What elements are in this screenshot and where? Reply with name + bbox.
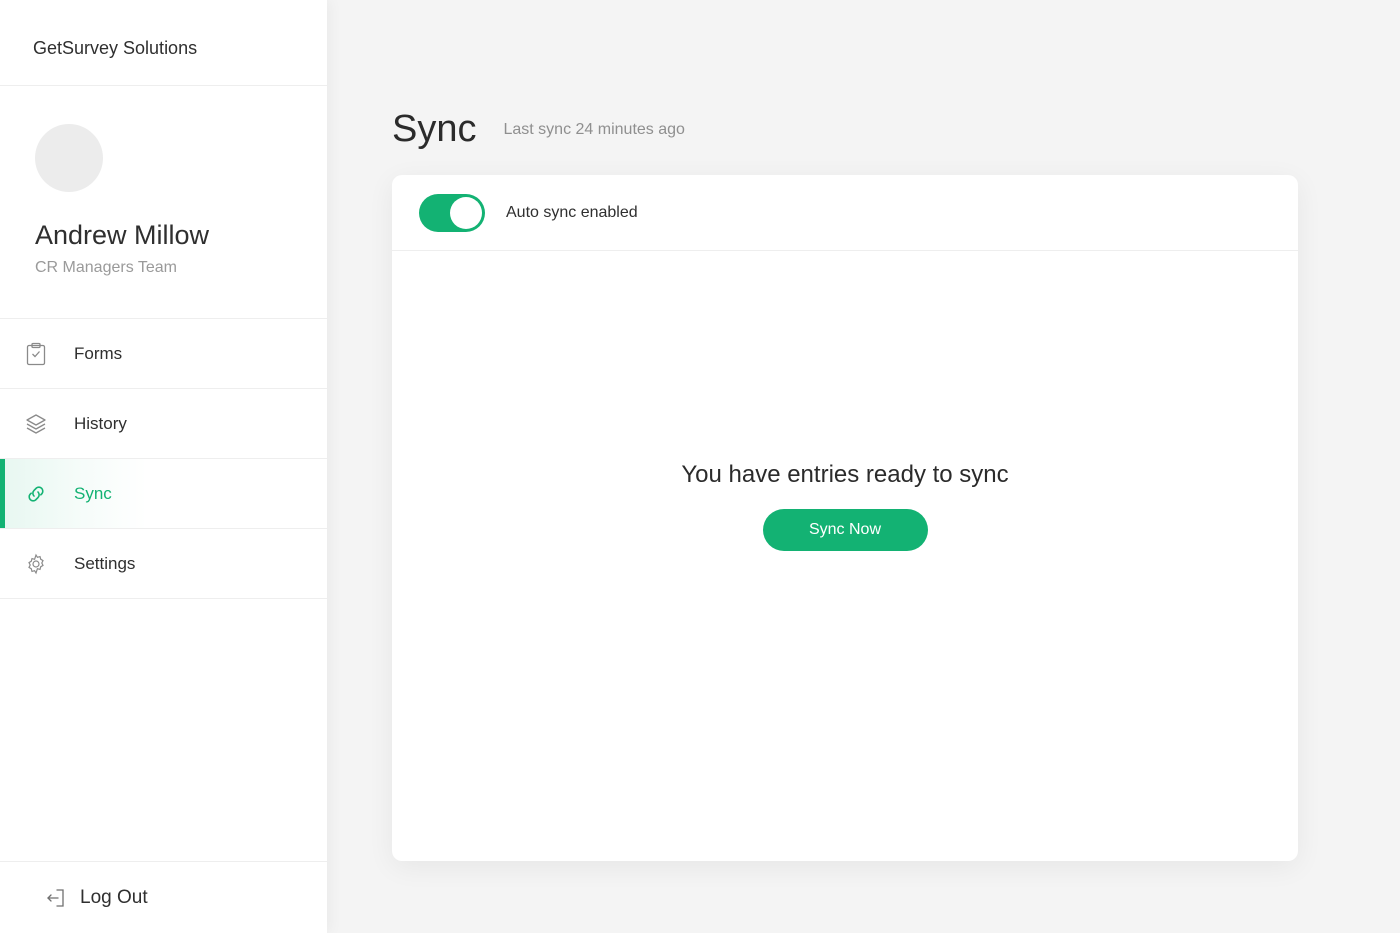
page-header: Sync Last sync 24 minutes ago	[392, 108, 685, 151]
sync-now-button[interactable]: Sync Now	[762, 509, 928, 551]
profile-section: Andrew Millow CR Managers Team	[0, 86, 327, 319]
auto-sync-row: Auto sync enabled	[392, 175, 1298, 251]
app-root: GetSurvey Solutions Andrew Millow CR Man…	[0, 0, 1400, 933]
sync-card: Auto sync enabled You have entries ready…	[392, 175, 1298, 861]
clipboard-check-icon	[24, 342, 48, 366]
sidebar-item-settings[interactable]: Settings	[0, 529, 327, 599]
sidebar-item-label: Settings	[74, 553, 136, 573]
sidebar-item-sync[interactable]: Sync	[0, 459, 327, 529]
logout-label: Log Out	[80, 886, 148, 908]
logout-icon	[46, 887, 68, 909]
user-team: CR Managers Team	[35, 259, 177, 276]
sync-ready-state: You have entries ready to sync Sync Now	[392, 461, 1298, 551]
avatar[interactable]	[35, 124, 103, 192]
last-sync-status: Last sync 24 minutes ago	[503, 121, 685, 138]
sidebar: GetSurvey Solutions Andrew Millow CR Man…	[0, 0, 327, 933]
user-name: Andrew Millow	[35, 220, 210, 250]
sidebar-item-label: History	[74, 413, 127, 433]
sidebar-item-label: Forms	[74, 343, 123, 363]
auto-sync-toggle[interactable]	[419, 193, 485, 232]
sidebar-item-label: Sync	[74, 483, 112, 503]
ready-message: You have entries ready to sync	[681, 461, 1009, 488]
brand-name: GetSurvey Solutions	[0, 0, 327, 86]
link-icon	[24, 482, 48, 506]
auto-sync-label: Auto sync enabled	[506, 203, 638, 221]
sidebar-item-history[interactable]: History	[0, 389, 327, 459]
page-title: Sync	[392, 108, 477, 150]
sidebar-item-forms[interactable]: Forms	[0, 319, 327, 389]
toggle-knob	[450, 196, 482, 229]
sidebar-nav: Forms History Sync Settings	[0, 319, 327, 599]
gear-icon	[24, 552, 48, 576]
logout-button[interactable]: Log Out	[0, 861, 327, 933]
layers-icon	[24, 412, 48, 436]
